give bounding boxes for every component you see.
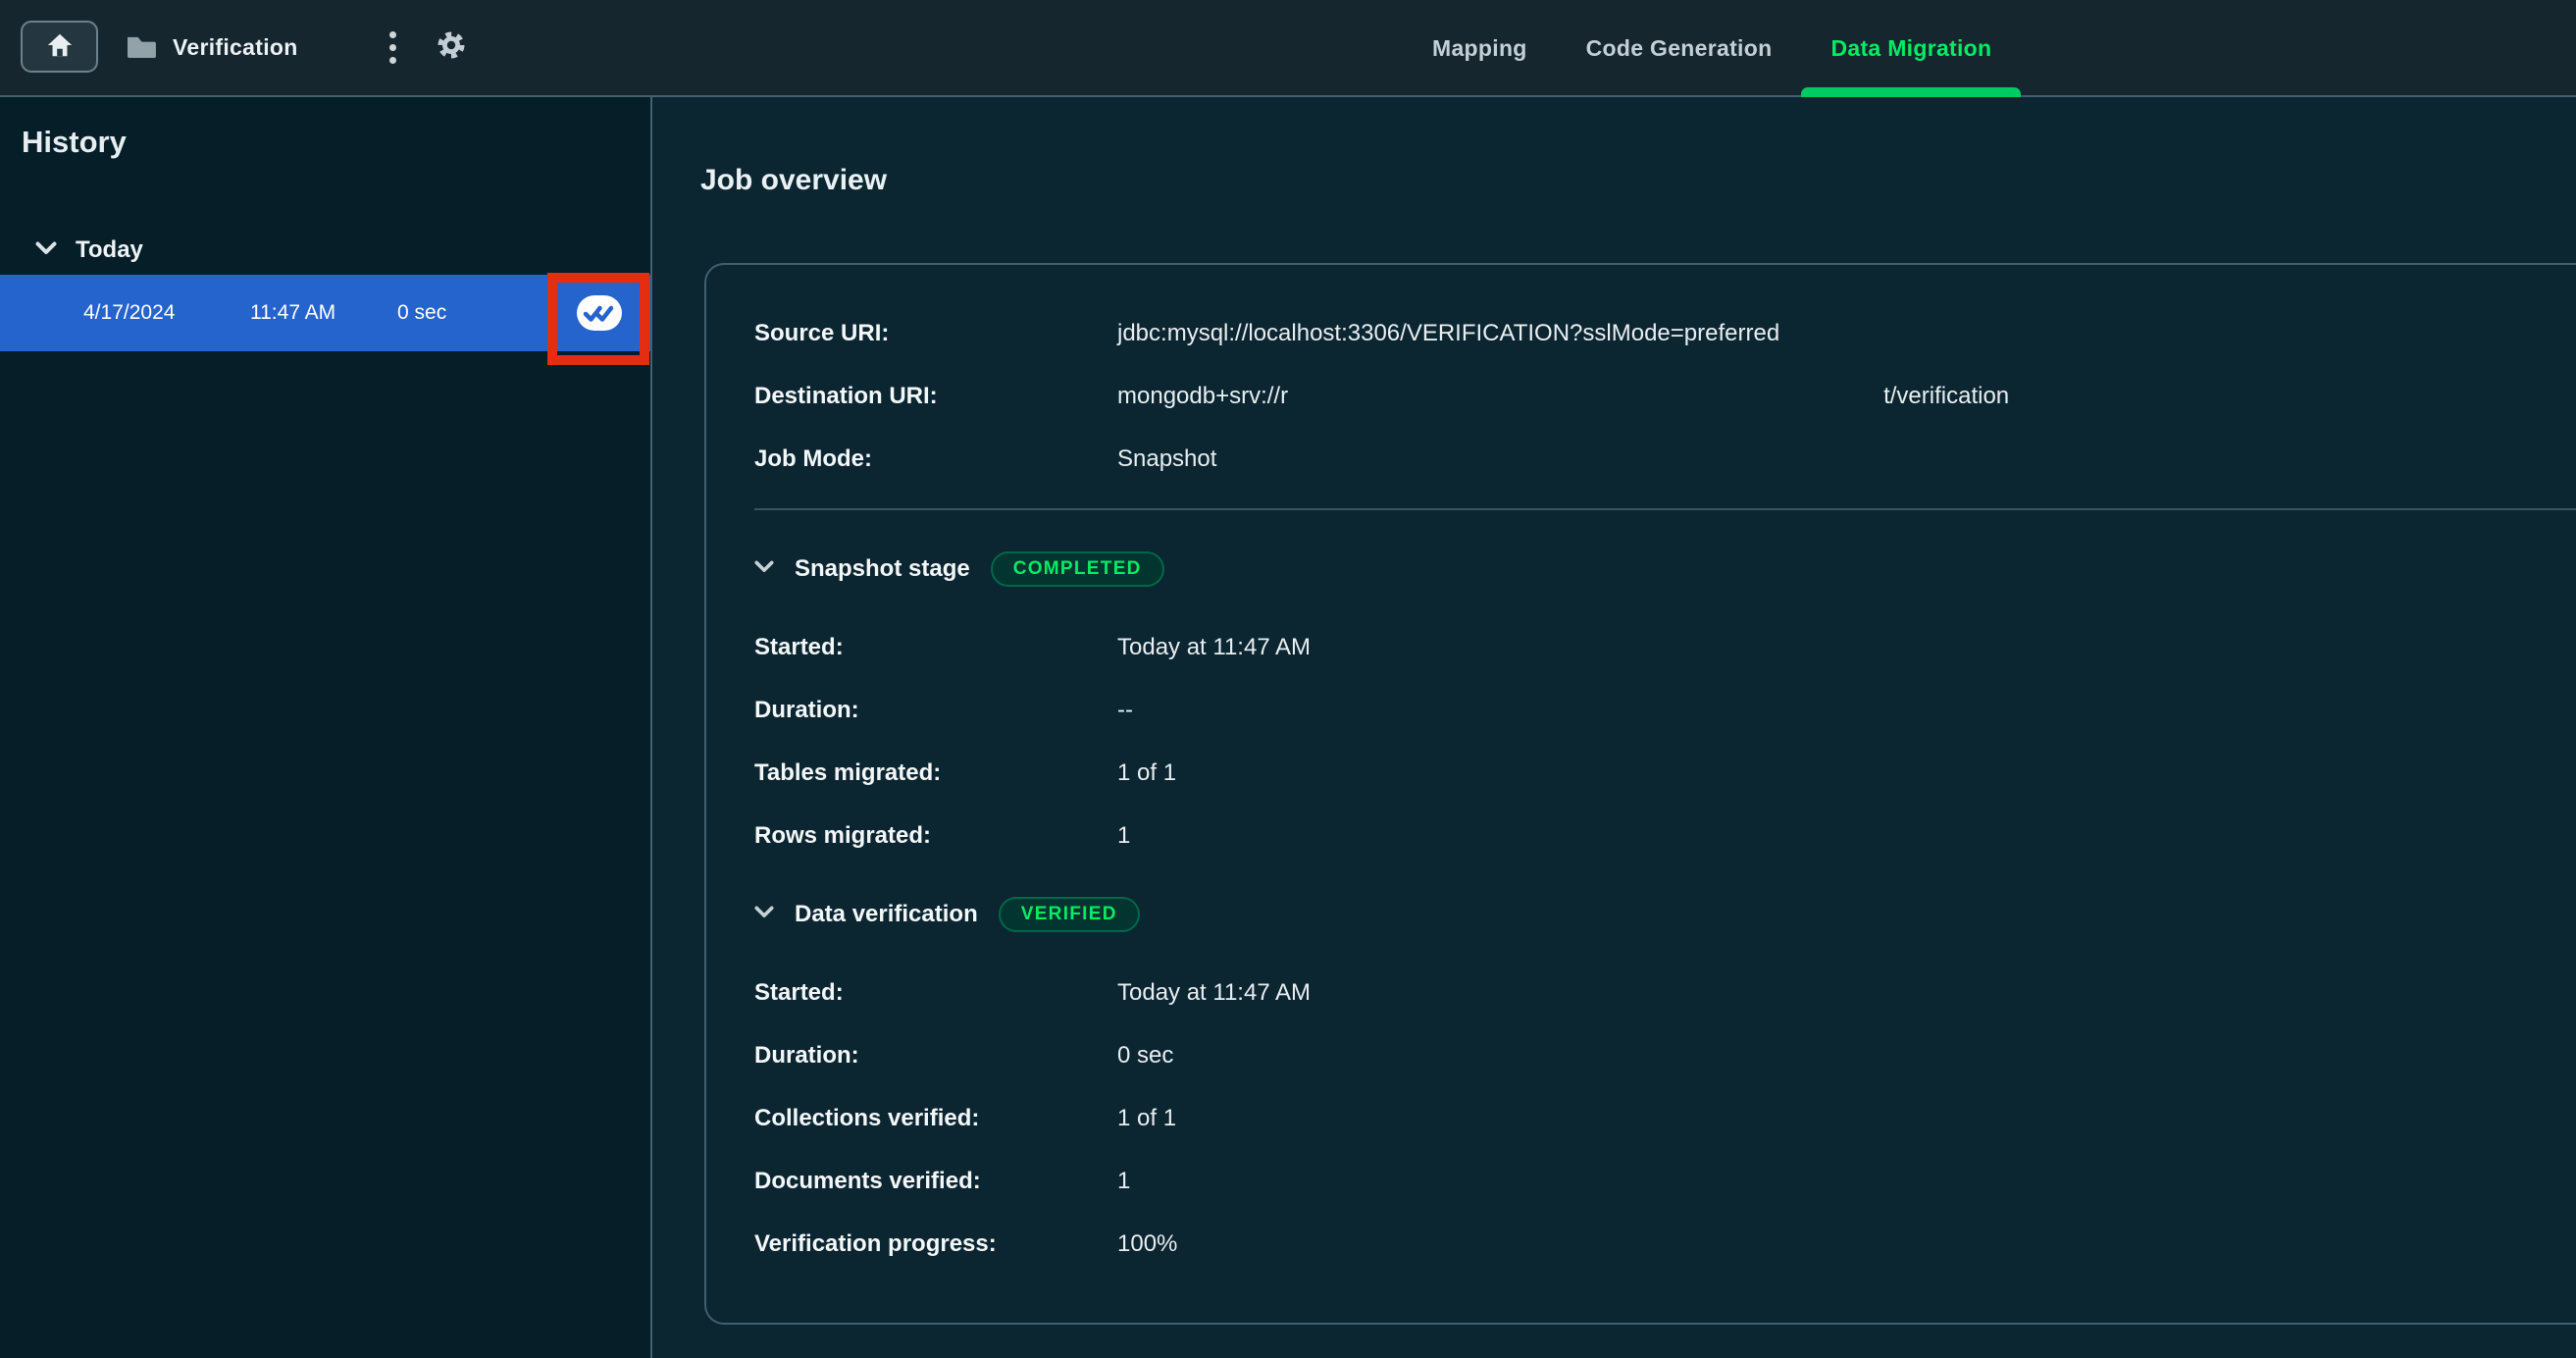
app-window: Verification Mapping Code Generation Dat…: [0, 0, 2576, 1358]
project-breadcrumb: Verification: [126, 0, 298, 95]
stat-row: Tables migrated: 1 of 1: [754, 742, 2576, 805]
stat-row: Verification progress: 100%: [754, 1213, 2576, 1276]
field-value: 1: [1117, 1168, 1130, 1195]
field-value: 1 of 1: [1117, 1105, 1176, 1132]
field-label: Verification progress:: [754, 1230, 1117, 1258]
project-menu-button[interactable]: [375, 0, 410, 95]
destination-uri-end: t/verification: [1883, 383, 2009, 410]
kebab-icon: [389, 44, 396, 51]
tab-bar: Mapping Code Generation Data Migration: [1403, 0, 2021, 97]
home-icon: [45, 31, 75, 62]
stat-row: Duration: --: [754, 679, 2576, 742]
tab-mapping[interactable]: Mapping: [1403, 0, 1557, 97]
run-time: 11:47 AM: [250, 301, 397, 325]
field-label: Duration:: [754, 697, 1117, 724]
field-label: Documents verified:: [754, 1168, 1117, 1195]
job-overview-card: Source URI: jdbc:mysql://localhost:3306/…: [704, 263, 2576, 1325]
field-label: Rows migrated:: [754, 822, 1117, 850]
info-row-source-uri: Source URI: jdbc:mysql://localhost:3306/…: [754, 302, 2576, 365]
field-value: 100%: [1117, 1230, 1177, 1258]
history-group-label: Today: [76, 236, 143, 264]
field-value: jdbc:mysql://localhost:3306/VERIFICATION…: [1117, 320, 1779, 347]
field-value: 0 sec: [1117, 1042, 1173, 1070]
kebab-icon: [389, 31, 396, 38]
project-name: Verification: [173, 34, 298, 61]
history-run-row-selected[interactable]: 4/17/2024 11:47 AM 0 sec: [0, 275, 650, 351]
stat-row: Collections verified: 1 of 1: [754, 1087, 2576, 1150]
chevron-down-icon: [754, 906, 774, 923]
stat-row: Documents verified: 1: [754, 1150, 2576, 1213]
double-check-icon: [577, 295, 622, 331]
stat-row: Started: Today at 11:47 AM: [754, 962, 2576, 1024]
job-overview-panel: Job overview Source URI: jdbc:mysql://lo…: [654, 97, 2576, 1358]
home-button[interactable]: [21, 21, 98, 73]
field-label: Tables migrated:: [754, 759, 1117, 787]
history-group-today[interactable]: Today: [35, 235, 143, 266]
field-value: Today at 11:47 AM: [1117, 979, 1311, 1007]
section-title: Data verification: [795, 901, 978, 928]
folder-icon: [126, 32, 156, 64]
destination-uri-start: mongodb+srv://r: [1117, 383, 1288, 410]
field-label: Duration:: [754, 1042, 1117, 1070]
field-label: Job Mode:: [754, 445, 1117, 473]
section-title: Snapshot stage: [795, 555, 970, 583]
topbar: Verification Mapping Code Generation Dat…: [0, 0, 2576, 97]
field-label: Destination URI:: [754, 383, 1117, 410]
stat-row: Started: Today at 11:47 AM: [754, 616, 2576, 679]
kebab-icon: [389, 57, 396, 64]
field-value: --: [1117, 697, 1133, 724]
sidebar-title: History: [22, 125, 127, 160]
info-row-destination-uri: Destination URI: mongodb+srv://r t/verif…: [754, 365, 2576, 428]
field-label: Collections verified:: [754, 1105, 1117, 1132]
stat-row: Duration: 0 sec: [754, 1024, 2576, 1087]
run-duration: 0 sec: [397, 301, 446, 325]
info-row-job-mode: Job Mode: Snapshot: [754, 428, 2576, 491]
status-badge-completed: COMPLETED: [991, 551, 1164, 587]
field-label: Started:: [754, 979, 1117, 1007]
field-value: Snapshot: [1117, 445, 1216, 473]
history-sidebar: History Today 4/17/2024 11:47 AM 0 sec: [0, 97, 652, 1358]
settings-button[interactable]: [430, 0, 473, 95]
stat-row: Rows migrated: 1: [754, 805, 2576, 867]
chevron-down-icon: [35, 241, 57, 260]
field-label: Started:: [754, 634, 1117, 661]
section-header-data-verification[interactable]: Data verification VERIFIED: [754, 883, 2576, 946]
field-value-redacted: mongodb+srv://r t/verification: [1117, 383, 2009, 410]
section-divider: [754, 508, 2576, 510]
field-value: Today at 11:47 AM: [1117, 634, 1311, 661]
field-label: Source URI:: [754, 320, 1117, 347]
redacted-segment: [1288, 396, 1883, 397]
gear-icon: [436, 29, 467, 66]
tab-code-generation[interactable]: Code Generation: [1557, 0, 1802, 97]
page-title: Job overview: [700, 164, 887, 197]
field-value: 1 of 1: [1117, 759, 1176, 787]
section-header-snapshot-stage[interactable]: Snapshot stage COMPLETED: [754, 538, 2576, 601]
field-value: 1: [1117, 822, 1130, 850]
status-badge-verified: VERIFIED: [999, 897, 1140, 932]
tab-data-migration[interactable]: Data Migration: [1801, 0, 2021, 97]
chevron-down-icon: [754, 560, 774, 578]
run-date: 4/17/2024: [83, 301, 250, 325]
